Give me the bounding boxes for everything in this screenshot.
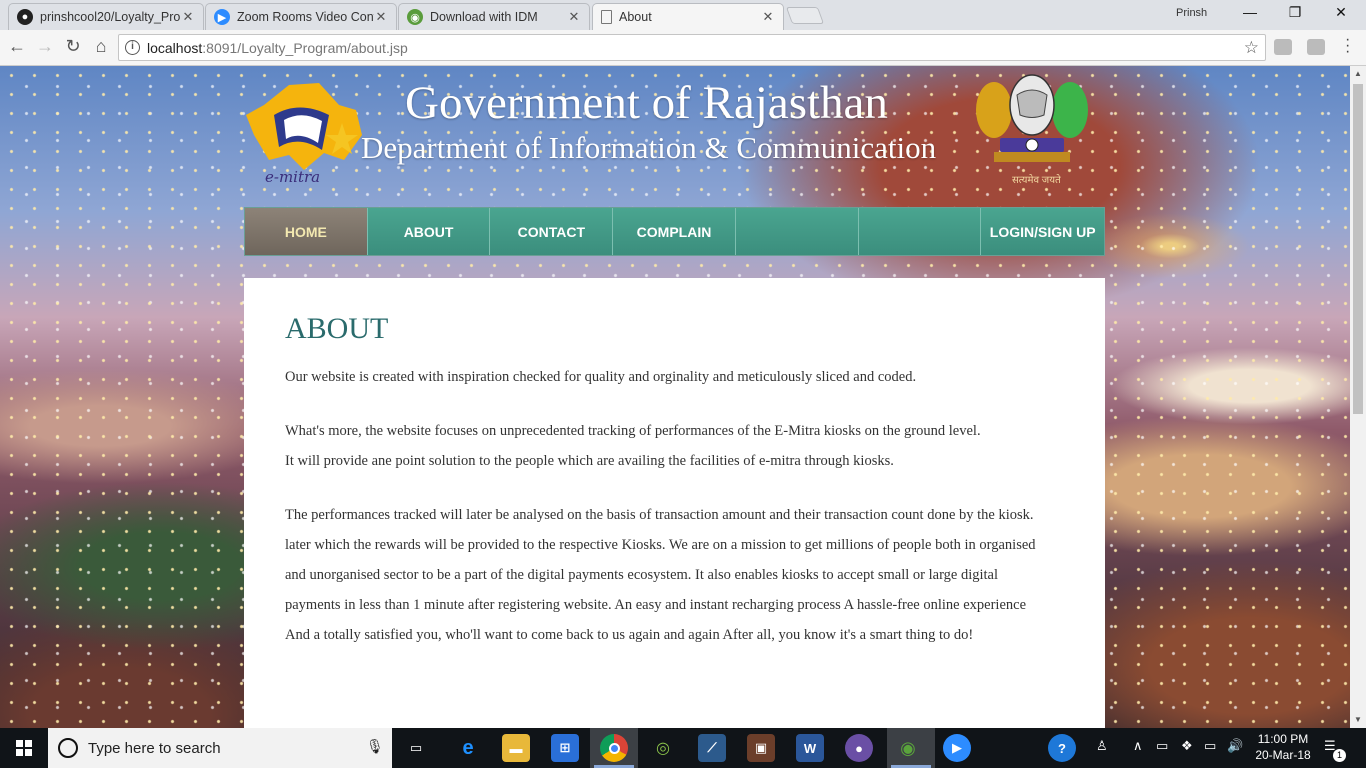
scroll-down-icon[interactable]: ▼	[1350, 712, 1366, 728]
windows-start-icon[interactable]	[0, 728, 48, 768]
close-icon[interactable]: ✕	[761, 9, 775, 25]
page-scrollbar[interactable]: ▲ ▼	[1350, 66, 1366, 728]
page-viewport: e-mitra Government of Rajasthan Departme…	[0, 66, 1350, 728]
restore-icon[interactable]: ❐	[1275, 4, 1315, 21]
tab-github[interactable]: ● prinshcool20/Loyalty_Pro ✕	[8, 3, 204, 30]
nav-login-signup[interactable]: LOGIN/SIGN UP	[981, 208, 1105, 255]
close-icon[interactable]: ✕	[181, 9, 195, 25]
emblem-caption: सत्यमेव जयते	[1012, 175, 1061, 186]
tab-idm[interactable]: ◉ Download with IDM ✕	[398, 3, 590, 30]
national-emblem	[976, 74, 1088, 162]
forward-icon[interactable]: →	[33, 36, 57, 57]
extension-icon[interactable]	[1274, 39, 1292, 55]
nav-contact[interactable]: CONTACT	[490, 208, 614, 255]
github-icon: ●	[17, 9, 33, 25]
main-nav: HOME ABOUT CONTACT COMPLAIN LOGIN/SIGN U…	[244, 207, 1105, 256]
windows-taskbar: Type here to search 🎙 ▭ e ▬ ⊞ ◎ ⟋ ▣ W ● …	[0, 728, 1366, 768]
back-icon[interactable]: ←	[5, 36, 29, 57]
logo-text: e-mitra	[265, 168, 321, 186]
clock-time: 11:00 PM	[1257, 732, 1309, 746]
mysql-workbench-icon[interactable]: ⟋	[698, 734, 726, 762]
edge-icon[interactable]: e	[454, 734, 482, 762]
close-icon[interactable]: ✕	[374, 9, 388, 25]
zoom-icon: ▶	[214, 9, 230, 25]
browser-toolbar: ← → ↻ ⌂ i localhost:8091/Loyalty_Program…	[0, 30, 1366, 66]
idm-taskbar-icon[interactable]: ◉	[894, 734, 922, 762]
site-title: Government of Rajasthan	[405, 77, 888, 129]
paragraph-line: What's more, the website focuses on unpr…	[285, 423, 981, 439]
battery-icon[interactable]: ▭	[1204, 738, 1216, 754]
page-icon	[601, 10, 612, 24]
nav-about[interactable]: ABOUT	[367, 208, 491, 255]
dropbox-icon[interactable]: ❖	[1181, 738, 1193, 754]
about-panel: ABOUT Our website is created with inspir…	[244, 278, 1105, 728]
help-icon[interactable]: ?	[1048, 734, 1076, 762]
paragraph-line: The performances tracked will later be a…	[285, 507, 1034, 523]
profile-name[interactable]: Prinsh	[1176, 7, 1207, 19]
network-icon[interactable]: ▭	[1156, 738, 1168, 754]
tab-title: About	[619, 10, 652, 24]
volume-icon[interactable]: 🔊	[1227, 738, 1243, 754]
system-clock[interactable]: 11:00 PM 20-Mar-18	[1248, 731, 1318, 763]
browser-tab-bar: ● prinshcool20/Loyalty_Pro ✕ ▶ Zoom Room…	[0, 0, 1366, 30]
nav-home[interactable]: HOME	[245, 208, 368, 255]
new-tab-button[interactable]	[785, 7, 825, 24]
taskbar-search[interactable]: Type here to search 🎙	[48, 728, 392, 768]
idm-icon: ◉	[407, 9, 423, 25]
tab-about[interactable]: About ✕	[592, 3, 784, 30]
search-placeholder: Type here to search	[88, 740, 221, 757]
file-explorer-icon[interactable]: ▬	[502, 734, 530, 762]
info-icon[interactable]: i	[125, 40, 140, 55]
app-circle-icon[interactable]: ●	[845, 734, 873, 762]
paragraph-line: payments in less than 1 minute after reg…	[285, 597, 1027, 613]
nav-empty-1[interactable]	[735, 208, 859, 255]
extension-icon[interactable]	[1307, 39, 1325, 55]
nav-complain[interactable]: COMPLAIN	[613, 208, 736, 255]
tab-zoom[interactable]: ▶ Zoom Rooms Video Conf ✕	[205, 3, 397, 30]
page-heading: ABOUT	[285, 312, 389, 345]
paragraph-line: Our website is created with inspiration …	[285, 369, 917, 385]
paragraph-line: later which the rewards will be provided…	[285, 537, 1036, 553]
task-view-icon[interactable]: ▭	[402, 734, 430, 762]
close-icon[interactable]: ✕	[567, 9, 581, 25]
zoom-taskbar-icon[interactable]: ▶	[943, 734, 971, 762]
microphone-icon[interactable]: 🎙	[366, 738, 384, 755]
nav-empty-2[interactable]	[858, 208, 982, 255]
scrollbar-thumb[interactable]	[1353, 84, 1363, 414]
reload-icon[interactable]: ↻	[61, 36, 85, 57]
menu-icon[interactable]: · · ·	[1345, 32, 1350, 60]
store-icon[interactable]: ⊞	[551, 734, 579, 762]
tab-title: Zoom Rooms Video Conf	[237, 10, 374, 24]
close-window-icon[interactable]: ✕	[1321, 4, 1361, 21]
tab-title: Download with IDM	[430, 10, 538, 24]
chrome-icon[interactable]	[600, 734, 628, 762]
tab-title: prinshcool20/Loyalty_Pro	[40, 10, 181, 24]
address-bar[interactable]: i localhost:8091/Loyalty_Program/about.j…	[118, 34, 1266, 61]
site-subtitle: Department of Information & Communicatio…	[361, 130, 937, 165]
paragraph-line: and unorganised sector to be a part of t…	[285, 567, 998, 583]
people-icon[interactable]: ♙	[1096, 738, 1108, 754]
home-icon[interactable]: ⌂	[89, 36, 113, 57]
scroll-up-icon[interactable]: ▲	[1350, 66, 1366, 82]
show-hidden-icon[interactable]: ∧	[1133, 738, 1143, 754]
minimize-icon[interactable]: —	[1230, 4, 1270, 20]
bookmark-star-icon[interactable]: ☆	[1244, 38, 1259, 58]
url-text[interactable]: localhost:8091/Loyalty_Program/about.jsp	[147, 40, 408, 56]
android-studio-icon[interactable]: ◎	[649, 734, 677, 762]
paragraph-line: It will provide ane point solution to th…	[285, 453, 894, 469]
paragraph-line: And a totally satisfied you, who'll want…	[285, 627, 974, 643]
word-icon[interactable]: W	[796, 734, 824, 762]
notification-badge: 1	[1333, 749, 1346, 762]
app-icon[interactable]: ▣	[747, 734, 775, 762]
cortana-icon	[58, 738, 78, 758]
clock-date: 20-Mar-18	[1255, 748, 1311, 762]
